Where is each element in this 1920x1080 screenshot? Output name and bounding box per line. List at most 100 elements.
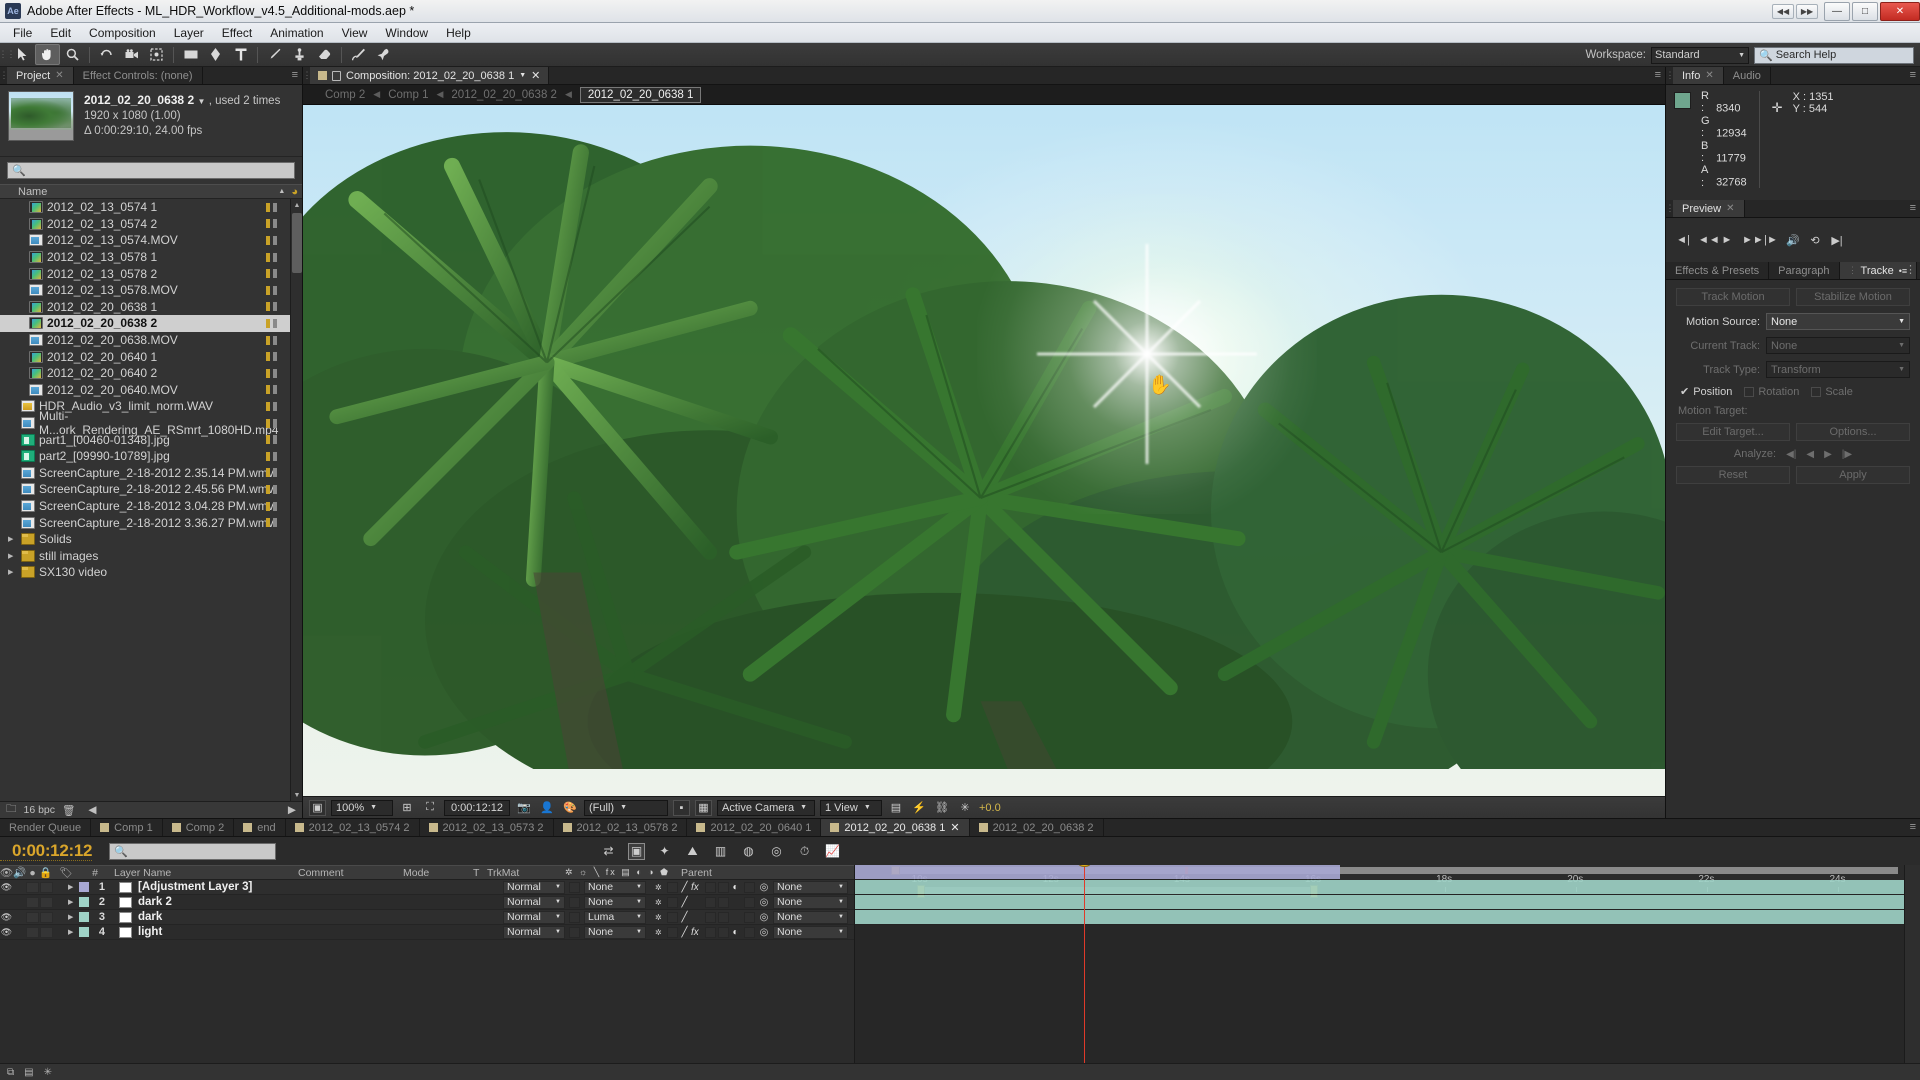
layer-mode-select[interactable]: Normal ▼: [503, 910, 565, 924]
camera-tool-icon[interactable]: [119, 44, 144, 65]
layer-trkmat-select[interactable]: None ▼: [584, 895, 646, 909]
scroll-right-arrow-icon[interactable]: ▶: [288, 804, 296, 816]
layer-solo-toggle[interactable]: [26, 926, 39, 938]
layer-3d-toggle[interactable]: [744, 881, 755, 893]
snapshot-camera-icon[interactable]: 📷: [515, 799, 533, 816]
project-list-item[interactable]: ScreenCapture_2-18-2012 3.04.28 PM.wmv: [0, 498, 290, 515]
timeline-search-input[interactable]: 🔍: [109, 842, 277, 860]
viewer-panel-menu-icon[interactable]: ≡: [1655, 70, 1661, 81]
tab-project[interactable]: Project ✕: [7, 67, 74, 84]
hide-shy-layers-icon[interactable]: ✦: [656, 843, 673, 860]
tab-info[interactable]: Info ✕: [1673, 67, 1724, 84]
motion-blur-footer-icon[interactable]: ✳: [44, 1067, 52, 1078]
graph-editor-toggle-icon[interactable]: ◎: [768, 843, 785, 860]
current-time-display[interactable]: 0:00:12:12: [0, 841, 92, 861]
layer-quality-icon[interactable]: ╱: [678, 882, 691, 893]
menu-composition[interactable]: Composition: [80, 24, 165, 42]
layer-lock-toggle[interactable]: [40, 911, 53, 923]
project-list-item[interactable]: ▶ SX130 video: [0, 564, 290, 581]
project-list-item[interactable]: ScreenCapture_2-18-2012 2.35.14 PM.wmv: [0, 465, 290, 482]
track-motion-button[interactable]: Track Motion: [1676, 288, 1790, 306]
layer-parent-select[interactable]: None ▼: [773, 880, 848, 894]
layer-quality-icon[interactable]: ╱: [678, 927, 691, 938]
layer-solo-toggle[interactable]: [26, 896, 39, 908]
parent-pickwhip-icon[interactable]: ◎: [755, 882, 773, 893]
layer-lock-toggle[interactable]: [40, 881, 53, 893]
timeline-link-icon[interactable]: ⛓: [933, 799, 951, 816]
breadcrumb-item-comp2[interactable]: Comp 2: [325, 89, 365, 101]
ram-preview-button[interactable]: ▶|: [1830, 234, 1844, 247]
puppet-pin-tool-icon[interactable]: [371, 44, 396, 65]
chevron-down-icon[interactable]: ▼: [519, 72, 526, 79]
stabilize-motion-button[interactable]: Stabilize Motion: [1796, 288, 1910, 306]
layer-preserve-transparency[interactable]: [569, 926, 580, 938]
layer-label-color[interactable]: [79, 927, 89, 937]
layer-row[interactable]: ▶ 2 dark 2 Normal ▼ None ▼ ✲ ╱ ◎ None ▼: [0, 895, 854, 910]
layer-3d-toggle[interactable]: [744, 896, 755, 908]
options-button[interactable]: Options...: [1796, 423, 1910, 441]
project-scrollbar[interactable]: ▲ ▼: [290, 199, 302, 801]
timeline-tab[interactable]: 2012_02_20_0638 1 ✕: [821, 819, 970, 836]
scale-checkbox[interactable]: Scale: [1811, 386, 1853, 398]
layer-disclosure-icon[interactable]: ▶: [68, 883, 79, 891]
close-icon[interactable]: ✕: [1705, 70, 1713, 81]
pan-behind-tool-icon[interactable]: [144, 44, 169, 65]
maximize-button[interactable]: □: [1852, 2, 1878, 21]
project-list-item[interactable]: 2012_02_13_0578.MOV: [0, 282, 290, 299]
project-list-item[interactable]: 2012_02_13_0574 2: [0, 216, 290, 233]
project-list-item[interactable]: 2012_02_20_0638 1: [0, 299, 290, 316]
minimize-button[interactable]: —: [1824, 2, 1850, 21]
current-track-select[interactable]: None ▼: [1766, 337, 1910, 354]
layer-mode-select[interactable]: Normal ▼: [503, 895, 565, 909]
delete-icon[interactable]: 🗑: [62, 804, 75, 817]
layer-shy-icon[interactable]: ✲: [655, 928, 667, 937]
breadcrumb-item-0638-2[interactable]: 2012_02_20_0638 2: [451, 89, 557, 101]
tab-effect-controls[interactable]: Effect Controls: (none): [73, 67, 203, 84]
tab-composition[interactable]: Composition: 2012_02_20_0638 1 ▼ ✕: [310, 67, 550, 84]
transparency-grid-icon[interactable]: ▦: [695, 799, 712, 816]
project-tab-grip[interactable]: ⋮: [0, 67, 9, 84]
selection-tool-icon[interactable]: [10, 44, 35, 65]
track-type-select[interactable]: Transform ▼: [1766, 361, 1910, 378]
brush-tool-icon[interactable]: [262, 44, 287, 65]
layer-trkmat-select[interactable]: Luma ▼: [584, 910, 646, 924]
current-time-indicator[interactable]: [1076, 865, 1094, 1063]
project-list-item[interactable]: part1_[00460-01348].jpg: [0, 431, 290, 448]
tab-audio[interactable]: Audio: [1723, 67, 1771, 84]
info-tab-grip[interactable]: ⋮: [1666, 67, 1675, 84]
layer-duration-bar[interactable]: [855, 880, 1904, 895]
zoom-level-select[interactable]: 100% ▼: [331, 799, 393, 816]
parent-pickwhip-icon[interactable]: ◎: [755, 912, 773, 923]
analyze-backward-button[interactable]: ◀: [1806, 449, 1814, 460]
channel-rgb-icon[interactable]: 🎨: [561, 799, 579, 816]
layer-adjustment-icon[interactable]: ◐: [729, 882, 742, 893]
prev-arrow-icon[interactable]: ◀◀: [1772, 4, 1794, 19]
toolbar-grip[interactable]: ⋮⋮: [0, 49, 16, 60]
close-icon[interactable]: ✕: [950, 821, 959, 834]
auto-keyframe-icon[interactable]: ⏱: [796, 843, 813, 860]
layer-effects-icon[interactable]: fx: [691, 927, 705, 938]
shape-tool-icon[interactable]: [178, 44, 203, 65]
scroll-up-arrow-icon[interactable]: ▲: [291, 199, 302, 211]
timeline-panel-menu-icon[interactable]: ≡: [1910, 822, 1916, 833]
layer-duration-bar[interactable]: [855, 895, 1904, 910]
audio-button[interactable]: 🔊: [1786, 234, 1800, 247]
pixel-aspect-icon[interactable]: ▤: [887, 799, 905, 816]
layer-name[interactable]: dark: [132, 911, 162, 923]
menu-file[interactable]: File: [4, 24, 41, 42]
layer-name[interactable]: dark 2: [132, 896, 172, 908]
layer-adjustment-icon[interactable]: ◐: [729, 927, 742, 938]
rotation-tool-icon[interactable]: [94, 44, 119, 65]
tab-paragraph[interactable]: Paragraph: [1769, 262, 1840, 279]
zoom-tool-icon[interactable]: [60, 44, 85, 65]
layer-3d-toggle[interactable]: [744, 926, 755, 938]
layer-disclosure-icon[interactable]: ▶: [68, 928, 79, 936]
analyze-back-one-button[interactable]: ◀|: [1786, 449, 1796, 460]
layer-motion-blur-toggle[interactable]: [718, 896, 729, 908]
motion-blur-icon[interactable]: ▥: [712, 843, 729, 860]
timeline-tab[interactable]: Render Queue: [0, 819, 92, 836]
layer-duration-bar[interactable]: [855, 865, 1341, 880]
clone-stamp-tool-icon[interactable]: [287, 44, 312, 65]
toggle-switches-modes-icon[interactable]: ⧉: [7, 1067, 14, 1078]
breadcrumb-item-current[interactable]: 2012_02_20_0638 1: [579, 86, 702, 103]
